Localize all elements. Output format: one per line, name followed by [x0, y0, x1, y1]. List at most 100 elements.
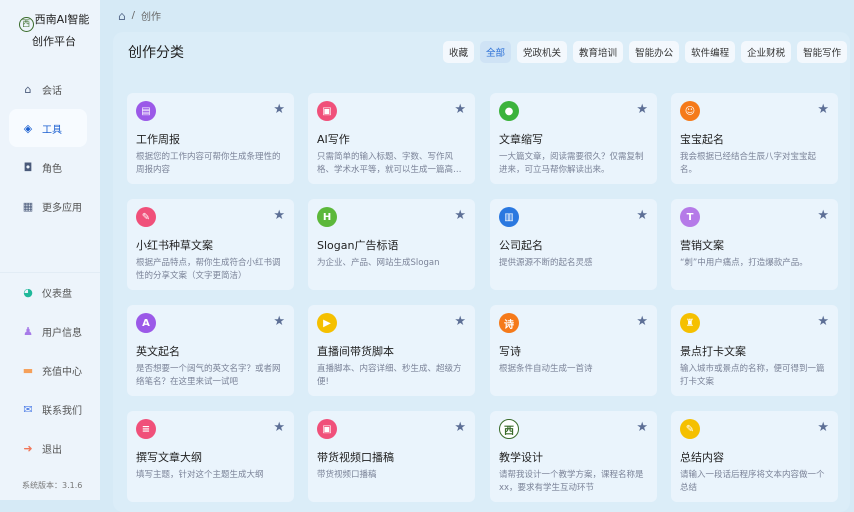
sidebar-item-label: 用户信息 [42, 327, 82, 339]
tab-7[interactable]: 智能写作 [797, 41, 848, 63]
tab-5[interactable]: 软件编程 [685, 41, 736, 63]
tool-name: 撰写文章大纲 [136, 451, 202, 464]
sidebar-item-logout[interactable]: ➜ 退出 [9, 429, 87, 467]
tool-description: 根据条件自动生成一首诗 [499, 364, 593, 374]
tool-description: 请输入一段话后程序将文本内容做一个总结 [680, 470, 825, 493]
tool-description: 是否想要一个阔气的英文名字？或者网络笔名？在这里来试一试吧 [136, 364, 281, 387]
tool-icon: ▣ [317, 419, 337, 439]
tool-card[interactable]: ▣ ★ 带货视频口播稿 带货视频口播稿 [308, 411, 475, 502]
tool-icon: ✎ [136, 207, 156, 227]
tool-name: 直播间带货脚本 [317, 345, 394, 358]
sidebar-item-home[interactable]: ⌂ 会话 [9, 70, 87, 108]
tool-icon: ▣ [317, 101, 337, 121]
sidebar-item-grid[interactable]: ▦ 更多应用 [9, 187, 87, 225]
user-icon: ♟ [23, 324, 33, 338]
tool-name: 宝宝起名 [680, 133, 724, 146]
favorite-star-icon[interactable]: ★ [636, 102, 648, 117]
home-icon[interactable]: ⌂ [118, 9, 126, 23]
tool-description: “刺”中用户痛点，打造爆款产品。 [680, 258, 808, 268]
tool-card[interactable]: ▶ ★ 直播间带货脚本 直播脚本、内容详细、秒生成、超级方便! [308, 305, 475, 396]
tool-description: 只需简单的输入标题、字数、写作风格、学术水平等，就可以生成一篇高质量的文章 [317, 152, 462, 175]
favorite-star-icon[interactable]: ★ [273, 314, 285, 329]
logout-icon: ➜ [23, 441, 33, 455]
favorite-star-icon[interactable]: ★ [454, 208, 466, 223]
tool-card[interactable]: ✎ ★ 总结内容 请输入一段话后程序将文本内容做一个总结 [671, 411, 838, 502]
tool-card[interactable]: H ★ Slogan广告标语 为企业、产品、网站生成Slogan [308, 199, 475, 290]
tool-description: 一大篇文章，阅读需要很久？仅需复制进来，可立马帮你解读出来。 [499, 152, 644, 175]
tool-icon: ✎ [680, 419, 700, 439]
tool-card[interactable]: T ★ 营销文案 “刺”中用户痛点，打造爆款产品。 [671, 199, 838, 290]
sidebar-item-label: 仪表盘 [42, 288, 72, 300]
sidebar-item-wallet[interactable]: ▬ 充值中心 [9, 351, 87, 389]
tool-card[interactable]: ▣ ★ AI写作 只需简单的输入标题、字数、写作风格、学术水平等，就可以生成一篇… [308, 93, 475, 184]
tool-icon: H [317, 207, 337, 227]
favorite-star-icon[interactable]: ★ [273, 102, 285, 117]
tool-card[interactable]: 西 ★ 教学设计 请帮我设计一个教学方案，课程名称是xx，要求有学生互动环节 [490, 411, 657, 502]
home-icon: ⌂ [24, 82, 32, 96]
tool-description: 直播脚本、内容详细、秒生成、超级方便! [317, 364, 462, 387]
tool-description: 填写主题，针对这个主题生成大纲 [136, 470, 264, 480]
tool-name: 公司起名 [499, 239, 543, 252]
tab-1[interactable]: 全部 [480, 41, 512, 63]
tool-card[interactable]: ♜ ★ 景点打卡文案 输入城市或景点的名称，便可得到一篇打卡文案 [671, 305, 838, 396]
breadcrumb-current: 创作 [141, 12, 161, 23]
tool-card[interactable]: ≡ ★ 撰写文章大纲 填写主题，针对这个主题生成大纲 [127, 411, 294, 502]
tool-name: AI写作 [317, 133, 350, 146]
tab-4[interactable]: 智能办公 [629, 41, 680, 63]
mail-icon: ✉ [23, 402, 33, 416]
tool-card[interactable]: ☺ ★ 宝宝起名 我会根据已经结合生辰八字对宝宝起名。 [671, 93, 838, 184]
tool-icon: ♜ [680, 313, 700, 333]
favorite-star-icon[interactable]: ★ [454, 420, 466, 435]
tool-description: 提供源源不断的起名灵感 [499, 258, 593, 268]
favorite-star-icon[interactable]: ★ [817, 208, 829, 223]
tool-description: 根据产品特点，帮你生成符合小红书调性的分享文案（文字更简洁） [136, 258, 281, 281]
favorite-star-icon[interactable]: ★ [817, 314, 829, 329]
sidebar-item-dashboard[interactable]: ◕ 仪表盘 [9, 273, 87, 311]
tool-icon: ≡ [136, 419, 156, 439]
role-icon: ◘ [23, 160, 33, 174]
tool-icon: T [680, 207, 700, 227]
tool-icon: ▥ [499, 207, 519, 227]
tool-icon: 西 [499, 419, 519, 439]
tool-card[interactable]: ▤ ★ 工作周报 根据您的工作内容可帮你生成条理性的周报内容 [127, 93, 294, 184]
tab-0[interactable]: 收藏 [443, 41, 475, 63]
tools-icon: ◈ [23, 121, 33, 135]
favorite-star-icon[interactable]: ★ [273, 420, 285, 435]
tab-6[interactable]: 企业财税 [741, 41, 792, 63]
tool-name: 工作周报 [136, 133, 180, 146]
tool-name: 文章缩写 [499, 133, 543, 146]
tab-3[interactable]: 教育培训 [573, 41, 624, 63]
sidebar: 西西南AI智能 创作平台 ⌂ 会话 ◈ 工具 ◘ 角色 ▦ 更多应用 ◕ 仪表盘 ♟ 用户信息 ▬ 充值… [0, 0, 100, 500]
favorite-star-icon[interactable]: ★ [636, 420, 648, 435]
favorite-star-icon[interactable]: ★ [636, 208, 648, 223]
sidebar-item-mail[interactable]: ✉ 联系我们 [9, 390, 87, 428]
page-title: 创作分类 [128, 45, 184, 61]
favorite-star-icon[interactable]: ★ [454, 102, 466, 117]
tool-name: 小红书种草文案 [136, 239, 213, 252]
tool-description: 为企业、产品、网站生成Slogan [317, 258, 440, 268]
favorite-star-icon[interactable]: ★ [273, 208, 285, 223]
app-logo: 西西南AI智能 创作平台 [14, 10, 94, 51]
tool-icon: ● [499, 101, 519, 121]
tool-card[interactable]: ● ★ 文章缩写 一大篇文章，阅读需要很久？仅需复制进来，可立马帮你解读出来。 [490, 93, 657, 184]
sidebar-item-label: 会话 [42, 85, 62, 97]
tool-description: 我会根据已经结合生辰八字对宝宝起名。 [680, 152, 817, 175]
favorite-star-icon[interactable]: ★ [817, 102, 829, 117]
sidebar-item-label: 退出 [42, 444, 62, 456]
sidebar-item-role[interactable]: ◘ 角色 [9, 148, 87, 186]
tool-description: 输入城市或景点的名称，便可得到一篇打卡文案 [680, 364, 825, 387]
tool-name: 景点打卡文案 [680, 345, 746, 358]
tool-card[interactable]: ▥ ★ 公司起名 提供源源不断的起名灵感 [490, 199, 657, 290]
favorite-star-icon[interactable]: ★ [636, 314, 648, 329]
tool-icon: 诗 [499, 313, 519, 333]
favorite-star-icon[interactable]: ★ [454, 314, 466, 329]
tab-2[interactable]: 党政机关 [517, 41, 568, 63]
sidebar-item-tools[interactable]: ◈ 工具 [9, 109, 87, 147]
sidebar-item-user[interactable]: ♟ 用户信息 [9, 312, 87, 350]
tool-card[interactable]: A ★ 英文起名 是否想要一个阔气的英文名字？或者网络笔名？在这里来试一试吧 [127, 305, 294, 396]
dashboard-icon: ◕ [23, 285, 33, 299]
sidebar-item-label: 角色 [42, 163, 62, 175]
favorite-star-icon[interactable]: ★ [817, 420, 829, 435]
tool-card[interactable]: 诗 ★ 写诗 根据条件自动生成一首诗 [490, 305, 657, 396]
tool-card[interactable]: ✎ ★ 小红书种草文案 根据产品特点，帮你生成符合小红书调性的分享文案（文字更简… [127, 199, 294, 290]
